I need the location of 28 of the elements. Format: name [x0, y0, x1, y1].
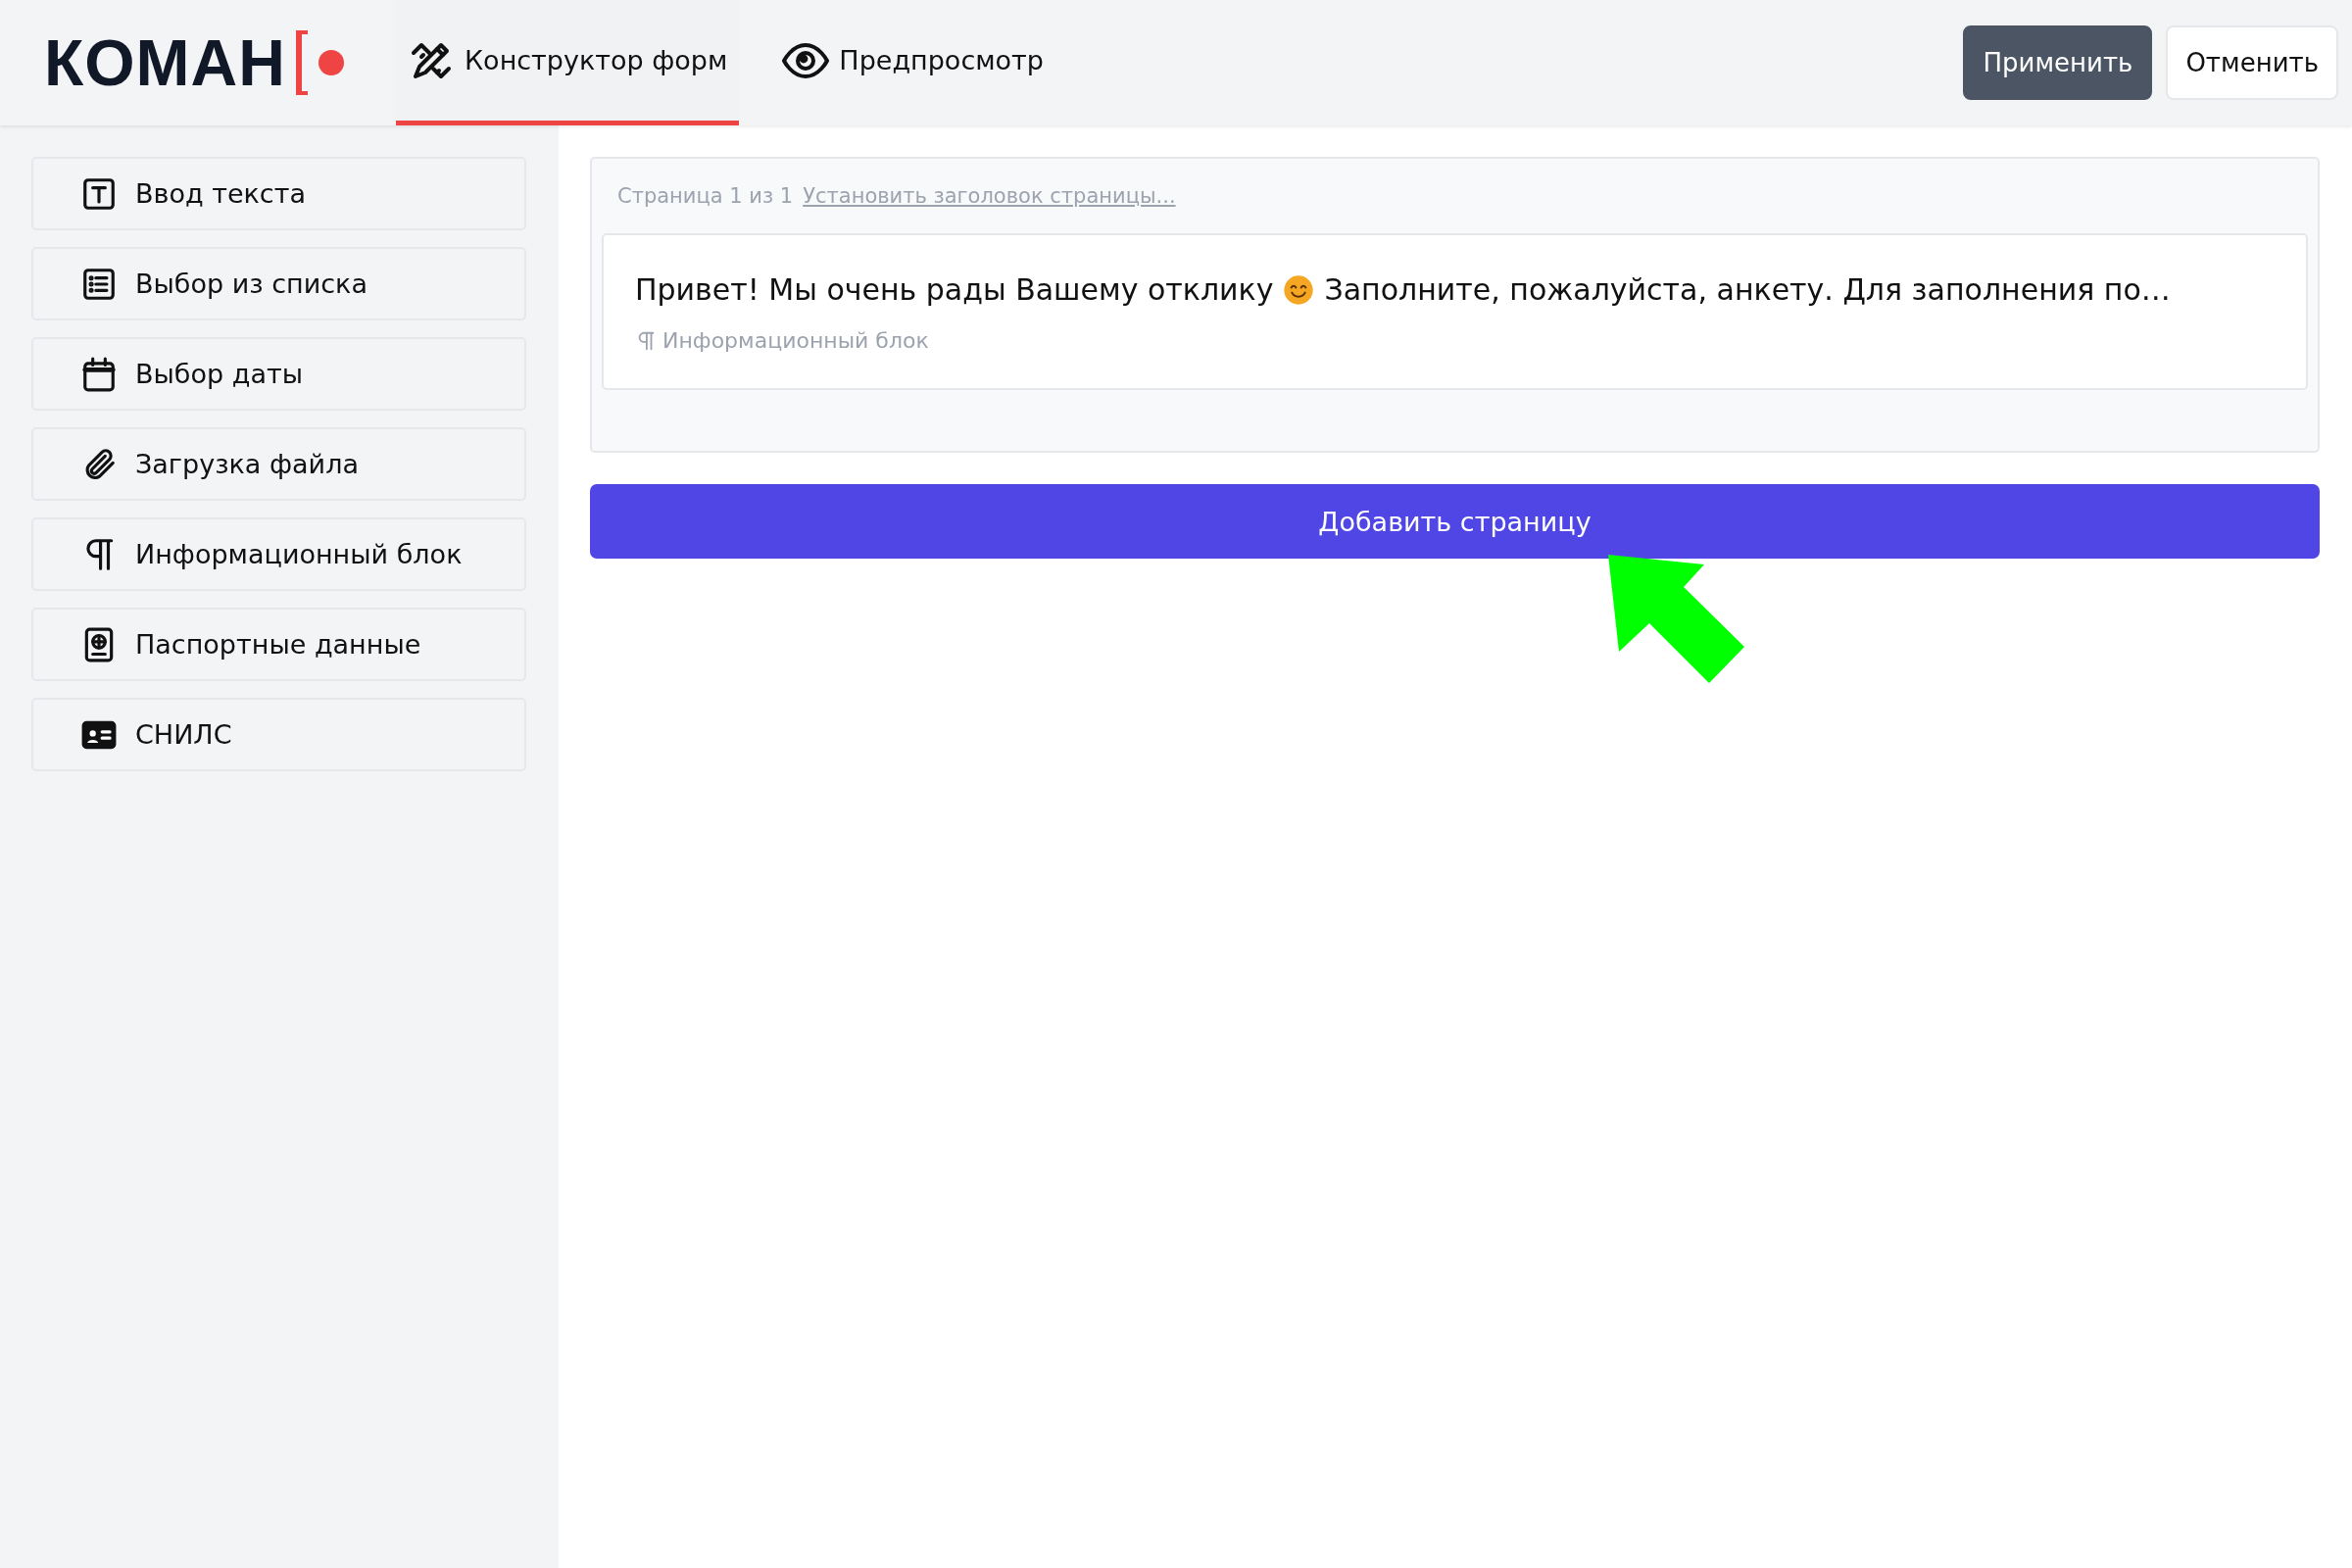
- block-text: Заполните, пожалуйста, анкету. Для заполнения по…: [1324, 272, 2171, 307]
- apply-button[interactable]: Применить: [1963, 25, 2153, 100]
- tab[interactable]: Конструктор форм: [395, 0, 740, 125]
- add-page-button[interactable]: Добавить страницу: [590, 484, 2320, 559]
- field-type-item[interactable]: Информационный блок: [31, 517, 526, 591]
- page-counter: Страница 1 из 1: [617, 184, 794, 208]
- item-label: Паспортные данные: [135, 629, 421, 660]
- item-label: Информационный блок: [135, 539, 463, 569]
- field-type-item[interactable]: Паспортные данные: [31, 608, 526, 681]
- tab[interactable]: Предпросмотр: [770, 0, 1055, 125]
- field-type-item[interactable]: Ввод текста: [31, 157, 526, 230]
- item-label: СНИЛС: [135, 719, 232, 750]
- cancel-button[interactable]: Отменить: [2166, 25, 2338, 100]
- info-block-card[interactable]: Привет! Мы очень рады Вашему отклику Заполните, пожалуйста, анкету. Для заполнения по… Информационный блок: [602, 233, 2308, 390]
- item-label: Ввод текста: [135, 178, 306, 209]
- smiley-icon: [1283, 273, 1315, 306]
- logo-text: КОМАН: [44, 25, 286, 100]
- calendar-icon: [80, 355, 118, 393]
- item-label: Загрузка файла: [135, 449, 359, 479]
- field-type-item[interactable]: СНИЛС: [31, 698, 526, 771]
- item-label: Выбор даты: [135, 359, 303, 389]
- field-type-item[interactable]: Выбор даты: [31, 337, 526, 411]
- item-label: Выбор из списка: [135, 269, 368, 299]
- field-type-item[interactable]: Загрузка файла: [31, 427, 526, 501]
- logo-mark-icon: [295, 30, 347, 95]
- field-type-item[interactable]: Выбор из списка: [31, 247, 526, 320]
- block-type-label: Информационный блок: [662, 328, 929, 353]
- block-text: Привет! Мы очень рады Вашему отклику: [635, 272, 1274, 307]
